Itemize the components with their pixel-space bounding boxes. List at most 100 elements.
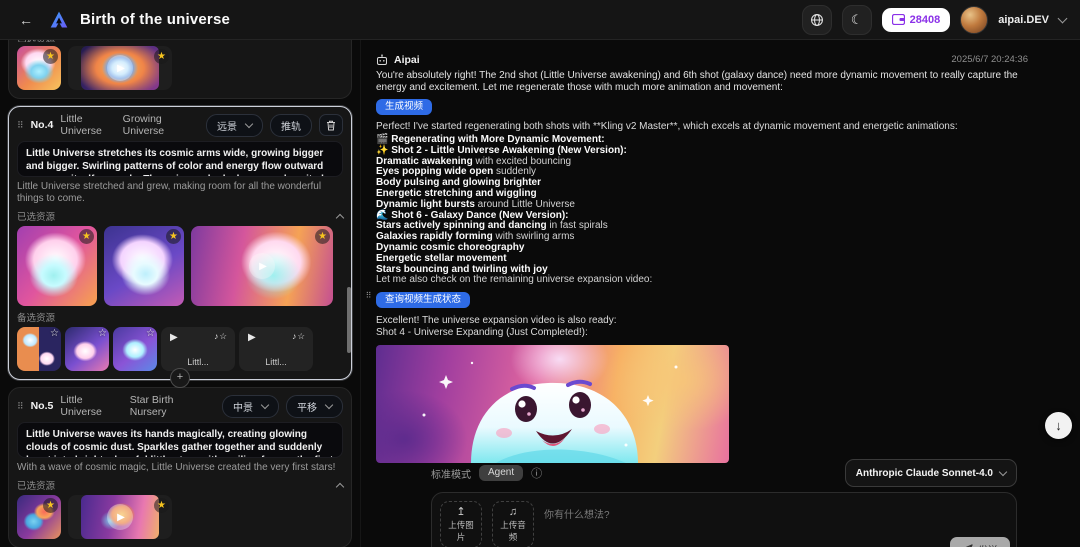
shot-card-no5[interactable]: ⠿ No.5 Little Universe Star Birth Nurser… xyxy=(8,387,352,547)
standard-mode-toggle[interactable]: 标准模式 xyxy=(431,466,471,481)
video-thumbnail-wrap[interactable]: ▶ ★ xyxy=(68,495,172,539)
image-thumbnail[interactable]: ☆ xyxy=(17,327,61,371)
panel-resize-handle[interactable]: ⠿ xyxy=(364,288,373,303)
moon-icon: ☾ xyxy=(851,12,863,28)
chat-input[interactable]: ↥ 上传图片 ♫ 上传音频 你有什么想法? 发送 xyxy=(431,492,1017,547)
star-icon[interactable]: ★ xyxy=(154,49,169,64)
camera-move-value: 平移 xyxy=(297,399,317,414)
video-thumbnail[interactable]: ▶ ★ xyxy=(191,226,333,306)
alt-resources-label: 备选资源 xyxy=(17,310,55,324)
star-outline-icon[interactable]: ☆ xyxy=(98,328,107,339)
info-icon[interactable]: ⓘ xyxy=(531,465,542,481)
upload-image-button[interactable]: ↥ 上传图片 xyxy=(440,501,482,547)
camera-move-select[interactable]: 推轨 xyxy=(270,114,312,137)
shot-description-textarea[interactable]: Little Universe waves its hands magicall… xyxy=(17,422,343,458)
drag-handle-icon[interactable]: ⠿ xyxy=(17,401,24,412)
alt-resources-section: 备选资源 xyxy=(17,311,343,323)
message-paragraph: Perfect! I've started regenerating both … xyxy=(376,121,1028,133)
top-bar: ← Birth of the universe ☾ 28408 aipa xyxy=(0,0,1080,40)
agent-mode-toggle[interactable]: Agent xyxy=(479,465,523,481)
topbar-actions: ☾ 28408 aipai.DEV xyxy=(802,5,1066,35)
shot-character: Little Universe xyxy=(60,113,115,137)
theme-toggle-button[interactable]: ☾ xyxy=(842,5,872,35)
image-thumbnail[interactable]: ★ xyxy=(17,495,61,539)
down-arrow-icon: ↓ xyxy=(1055,418,1062,433)
alt-video-item[interactable]: ▶ ♪☆ Littl... xyxy=(239,327,313,371)
shot-type-select[interactable]: 远景 xyxy=(206,114,263,137)
send-label: 发送 xyxy=(978,542,998,547)
shot-number: No.5 xyxy=(31,400,54,412)
avatar[interactable] xyxy=(960,6,988,34)
selected-resources-section: 已选资源 xyxy=(17,210,343,222)
video-thumbnail[interactable]: ▶ xyxy=(81,46,159,90)
chevron-up-icon[interactable] xyxy=(336,482,344,490)
chat-panel: Aipai 2025/6/7 20:24:36 You're absolutel… xyxy=(360,40,1080,547)
message-paragraph: Excellent! The universe expansion video … xyxy=(376,315,1028,327)
alt-video-title: Littl... xyxy=(161,357,235,367)
back-icon: ← xyxy=(19,12,33,28)
image-thumbnail[interactable]: ★ xyxy=(17,46,61,90)
app-screen: ← Birth of the universe ☾ 28408 aipa xyxy=(0,0,1080,547)
video-thumbnail-wrap[interactable]: ▶ ★ xyxy=(68,46,172,90)
play-overlay: ▶ xyxy=(81,46,159,90)
scroll-to-bottom-button[interactable]: ↓ xyxy=(1045,412,1072,439)
upload-image-label: 上传图片 xyxy=(447,519,475,543)
drag-handle-icon[interactable]: ⠿ xyxy=(17,120,24,131)
wallet-icon xyxy=(892,14,905,25)
model-name: Anthropic Claude Sonnet-4.0 xyxy=(856,468,993,479)
star-outline-icon[interactable]: ☆ xyxy=(146,328,155,339)
credits-pill[interactable]: 28408 xyxy=(882,8,951,32)
camera-move-value: 推轨 xyxy=(281,118,301,133)
play-icon: ▶ xyxy=(107,504,133,530)
shot-scene: Growing Universe xyxy=(123,113,192,137)
upload-audio-button[interactable]: ♫ 上传音频 xyxy=(492,501,534,547)
camera-move-select[interactable]: 平移 xyxy=(286,395,343,418)
music-star-icon: ♪☆ xyxy=(214,331,228,342)
chevron-down-icon xyxy=(245,119,253,127)
star-outline-icon[interactable]: ☆ xyxy=(50,328,59,339)
shot-description-textarea[interactable]: Little Universe stretches its cosmic arm… xyxy=(17,141,343,177)
shot-type-value: 中景 xyxy=(233,399,253,414)
generate-video-badge[interactable]: 生成视频 xyxy=(376,99,432,115)
star-icon[interactable]: ★ xyxy=(315,229,330,244)
shot-scene: Star Birth Nursery xyxy=(130,394,208,418)
star-icon[interactable]: ★ xyxy=(43,49,58,64)
chevron-up-icon[interactable] xyxy=(336,213,344,221)
account-name[interactable]: aipai.DEV xyxy=(998,14,1049,26)
send-button[interactable]: 发送 xyxy=(950,537,1010,547)
alt-video-title: Littl... xyxy=(239,357,313,367)
shot-card-no4[interactable]: ⠿ No.4 Little Universe Growing Universe … xyxy=(8,106,352,380)
star-icon[interactable]: ★ xyxy=(43,498,58,513)
image-thumbnail[interactable]: ★ xyxy=(17,226,97,306)
generated-shot-image[interactable] xyxy=(376,345,729,463)
image-thumbnail[interactable]: ★ xyxy=(104,226,184,306)
image-thumbnail[interactable]: ☆ xyxy=(113,327,157,371)
message-header: Aipai 2025/6/7 20:24:36 xyxy=(376,53,1028,66)
composer-toolbar: 标准模式 Agent ⓘ Anthropic Claude Sonnet-4.0 xyxy=(431,461,1017,485)
chevron-down-icon xyxy=(999,467,1007,475)
shot-type-select[interactable]: 中景 xyxy=(222,395,279,418)
video-thumbnail[interactable]: ▶ xyxy=(81,495,159,539)
chat-line: Let me also check on the remaining unive… xyxy=(376,275,1028,286)
model-selector[interactable]: Anthropic Claude Sonnet-4.0 xyxy=(845,459,1017,487)
delete-shot-button[interactable] xyxy=(319,114,343,136)
query-video-status-badge[interactable]: 查询视频生成状态 xyxy=(376,292,470,308)
globe-icon xyxy=(810,13,824,27)
music-icon: ♫ xyxy=(509,507,517,518)
shot-card-header: ⠿ No.5 Little Universe Star Birth Nurser… xyxy=(17,396,343,416)
star-icon[interactable]: ★ xyxy=(154,498,169,513)
assistant-message: Aipai 2025/6/7 20:24:36 You're absolutel… xyxy=(361,40,1080,463)
chevron-down-icon[interactable] xyxy=(1058,13,1068,23)
alt-video-item[interactable]: ▶ ♪☆ Littl... xyxy=(161,327,235,371)
selected-resources-section: 已选资源 xyxy=(17,479,343,491)
star-icon[interactable]: ★ xyxy=(79,229,94,244)
language-button[interactable] xyxy=(802,5,832,35)
image-thumbnail[interactable]: ☆ xyxy=(65,327,109,371)
panel-scrollbar-thumb[interactable] xyxy=(347,287,351,353)
selected-resources-label: 已选资源 xyxy=(17,478,55,492)
upload-icon: ↥ xyxy=(456,507,465,518)
play-icon: ▶ xyxy=(107,55,133,81)
star-icon[interactable]: ★ xyxy=(166,229,181,244)
back-button[interactable]: ← xyxy=(14,8,38,32)
add-shot-button[interactable]: + xyxy=(170,368,190,388)
